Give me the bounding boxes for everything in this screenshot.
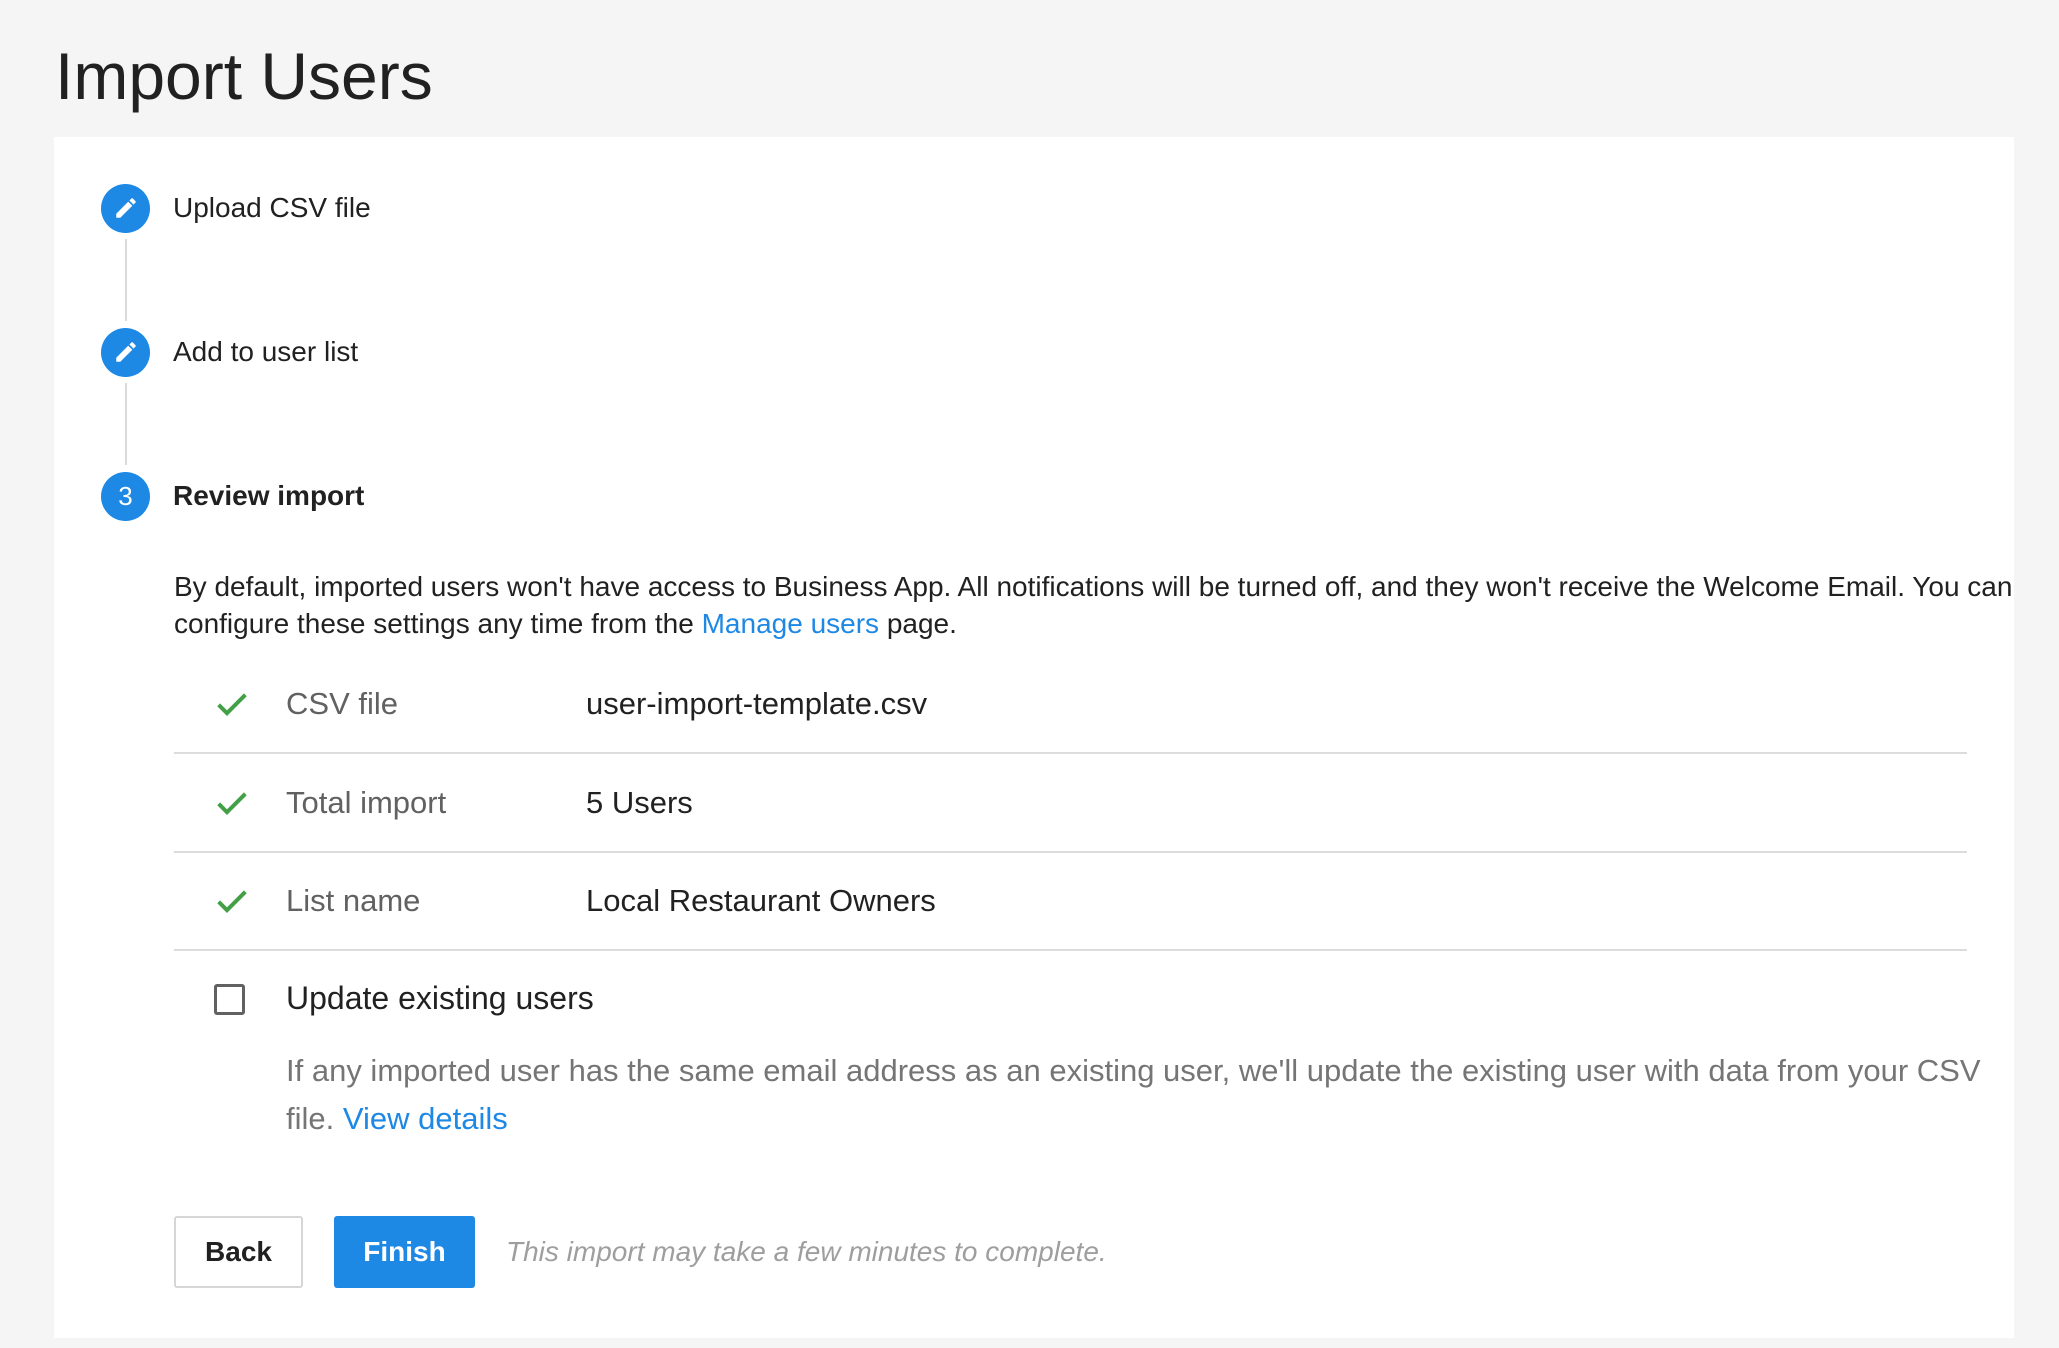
summary-row-list-name: List name Local Restaurant Owners <box>174 853 1967 951</box>
pencil-icon <box>101 327 150 377</box>
update-existing-users-label: Update existing users <box>286 980 594 1016</box>
step-label: Upload CSV file <box>173 192 371 223</box>
update-existing-users-option[interactable]: Update existing users <box>174 964 1967 1034</box>
summary-row-csv-file: CSV file user-import-template.csv <box>174 656 1967 754</box>
manage-users-link[interactable]: Manage users <box>702 608 879 639</box>
step-connector <box>125 383 127 465</box>
step-add-to-list[interactable]: Add to user list <box>101 327 358 377</box>
import-duration-note: This import may take a few minutes to co… <box>506 1236 1107 1267</box>
step-number: 3 <box>101 471 150 521</box>
summary-row-total-import: Total import 5 Users <box>174 755 1967 853</box>
update-existing-hint: If any imported user has the same email … <box>286 1053 1981 1136</box>
pencil-icon <box>101 183 150 233</box>
update-existing-users-checkbox[interactable] <box>214 984 245 1015</box>
view-details-link[interactable]: View details <box>343 1101 508 1136</box>
step-review-import: 3 Review import <box>101 471 364 521</box>
back-button[interactable]: Back <box>174 1216 303 1288</box>
step-connector <box>125 239 127 321</box>
page-title: Import Users <box>55 39 433 113</box>
step-label: Add to user list <box>173 336 359 367</box>
finish-button[interactable]: Finish <box>334 1216 475 1288</box>
step-upload-csv[interactable]: Upload CSV file <box>101 183 371 233</box>
check-icon <box>217 693 247 716</box>
check-icon <box>217 890 247 913</box>
check-icon <box>217 792 247 815</box>
step-label: Review import <box>173 480 365 511</box>
review-intro: By default, imported users won't have ac… <box>174 571 2013 639</box>
